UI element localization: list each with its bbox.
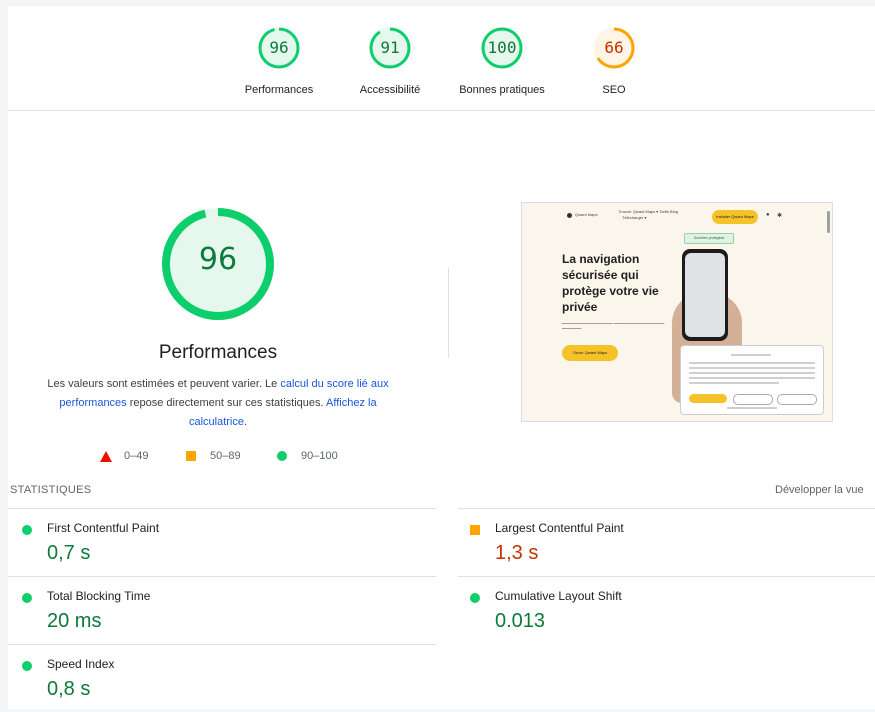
desc-text: Les valeurs sont estimées et peuvent var…: [47, 378, 281, 390]
metric-value: 1,3 s: [495, 542, 539, 564]
thumb-scrollbar: [827, 211, 830, 233]
performance-score: 96: [198, 242, 238, 277]
thumb-user-icon: ●: [766, 212, 770, 218]
legend-pass-label: 90–100: [301, 450, 338, 462]
performance-description: Les valeurs sont estimées et peuvent var…: [38, 375, 398, 432]
thumb-badge: Données protégées: [684, 233, 734, 244]
performance-title: Performances: [158, 342, 278, 363]
metric-name: Total Blocking Time: [47, 589, 151, 603]
gauge-label: SEO: [602, 84, 626, 96]
legend-average: 50–89: [186, 450, 241, 462]
thumb-nav-button: Installer Qwant Maps: [712, 210, 758, 224]
gauge-performance[interactable]: 96 Performances: [224, 26, 334, 96]
thumb-cta-button: Ouvrir Qwant Maps: [562, 345, 618, 361]
legend-pass: 90–100: [277, 450, 338, 462]
thumb-brand: Qwant Maps: [575, 212, 598, 217]
metric-value: 0,8 s: [47, 678, 91, 700]
metric-name: Cumulative Layout Shift: [495, 589, 622, 603]
thumb-headline: La navigation sécurisée qui protège votr…: [562, 252, 659, 314]
gauge-score: 91: [380, 38, 400, 57]
statistics-heading: STATISTIQUES: [10, 484, 92, 496]
header-divider: [8, 110, 875, 111]
metric-name: Largest Contentful Paint: [495, 521, 624, 535]
vertical-divider: [448, 268, 449, 358]
gauge-score: 96: [269, 38, 289, 57]
metric-tbt: Total Blocking Time 20 ms: [8, 576, 408, 644]
fail-triangle-icon: [100, 450, 112, 462]
gauge-best-practices[interactable]: 100 Bonnes pratiques: [447, 26, 557, 96]
legend-average-label: 50–89: [210, 450, 241, 462]
gauge-label: Bonnes pratiques: [459, 84, 545, 96]
gauge-score: 100: [487, 38, 517, 57]
metric-name: Speed Index: [47, 657, 115, 671]
thumb-settings-icon: ✱: [777, 213, 783, 219]
metric-value: 20 ms: [47, 610, 102, 632]
gauge-accessibility[interactable]: 91 Accessibilité: [335, 26, 445, 96]
metric-name: First Contentful Paint: [47, 521, 160, 535]
metric-fcp: First Contentful Paint 0,7 s: [8, 508, 408, 576]
legend-fail-label: 0–49: [124, 450, 149, 462]
pass-circle-icon: [22, 661, 32, 671]
pass-circle-icon: [470, 593, 480, 603]
pass-circle-icon: [22, 593, 32, 603]
category-gauges: 96 Performances 91 Accessibilité 100 Bon…: [8, 6, 875, 112]
thumb-cookie-banner: [680, 345, 824, 415]
average-square-icon: [470, 525, 480, 535]
metric-lcp: Largest Contentful Paint 1,3 s: [456, 508, 856, 576]
thumb-nav-links: Trouver Qwant Maps ▾ Tarifs Blog: [618, 209, 679, 214]
desc-text: .: [243, 416, 248, 428]
gauge-seo[interactable]: 66 SEO: [559, 26, 669, 96]
thumb-navbar: Qwant Maps Trouver Qwant Maps ▾ Tarifs B…: [522, 203, 832, 225]
metric-speed-index: Speed Index 0,8 s: [8, 644, 408, 712]
metric-value: 0.013: [495, 610, 546, 632]
thumb-logo-icon: [567, 213, 572, 218]
pass-circle-icon: [277, 451, 287, 461]
gauge-score: 66: [604, 38, 624, 57]
expand-view-toggle[interactable]: Développer la vue: [775, 484, 864, 496]
thumb-nav-sub: Télécharger ▾: [622, 215, 647, 220]
metric-cls: Cumulative Layout Shift 0.013: [456, 576, 856, 644]
lighthouse-report: 96 Performances 91 Accessibilité 100 Bon…: [8, 6, 875, 709]
average-square-icon: [186, 451, 196, 461]
thumb-paragraph: ━━━━━━━━━━━━━━━━━━━━━ ━━━━━━━━━━━━━━━━━━…: [562, 321, 665, 331]
pass-circle-icon: [22, 525, 32, 535]
desc-text: repose directement sur ces statistiques.: [126, 397, 327, 409]
gauge-label: Performances: [244, 84, 314, 96]
final-screenshot[interactable]: Qwant Maps Trouver Qwant Maps ▾ Tarifs B…: [521, 202, 833, 422]
gauge-label: Accessibilité: [359, 84, 421, 96]
thumb-phone-image: [682, 249, 728, 341]
metric-value: 0,7 s: [47, 542, 91, 564]
legend-fail: 0–49: [100, 450, 148, 462]
